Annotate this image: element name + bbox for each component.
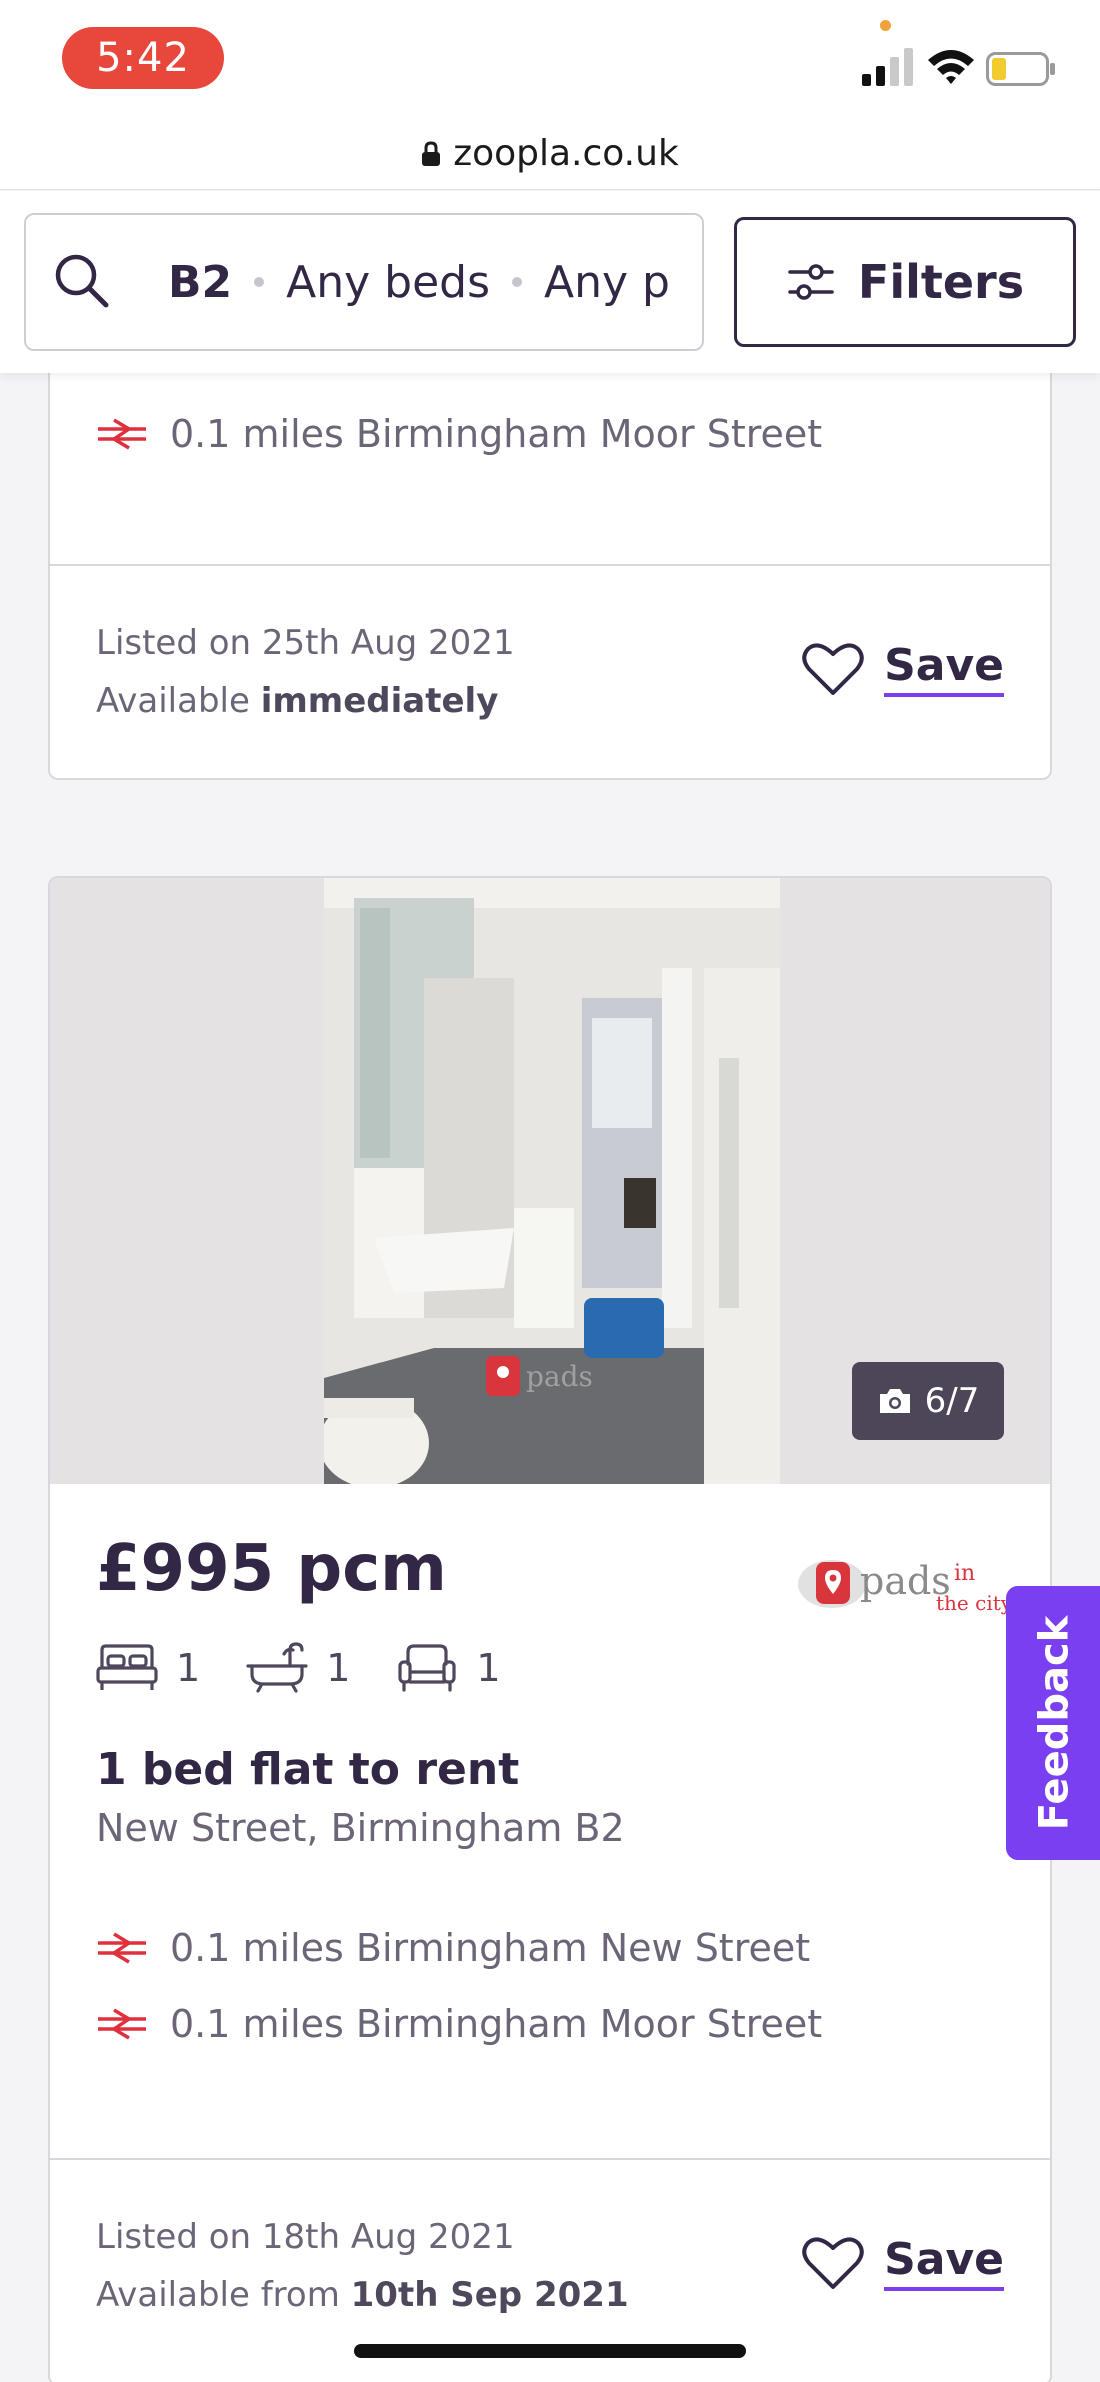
station-row: 0.1 miles Birmingham Moor Street [96,412,822,456]
cellular-signal-icon [862,48,913,86]
availability-prefix: Available [96,681,250,721]
save-button[interactable]: Save [802,640,1004,697]
heart-icon [802,2236,864,2289]
status-bar: 5:42 [0,0,1100,118]
station-row: 0.1 miles Birmingham Moor Street [96,2002,822,2046]
sofa-icon [398,1644,456,1692]
svg-text:in: in [954,1561,975,1586]
bedrooms-feature: 1 [96,1642,200,1694]
search-beds: Any beds [286,256,491,308]
url-text: zoopla.co.uk [453,133,679,174]
listing-title[interactable]: 1 bed flat to rent [96,1744,519,1795]
rail-icon [98,418,146,450]
address-bar[interactable]: zoopla.co.uk [0,118,1100,190]
listed-on-text: Listed on 25th Aug 2021 [96,623,515,663]
search-summary-box[interactable]: B2 Any beds Any p [24,213,704,351]
battery-icon [986,52,1055,86]
station-distance: 0.1 miles Birmingham Moor Street [170,412,823,456]
search-price: Any p [544,256,670,308]
bedrooms-count: 1 [176,1646,201,1690]
receptions-count: 1 [476,1646,501,1690]
lock-icon [422,140,441,166]
feedback-tab[interactable]: Feedback [1006,1586,1100,1860]
availability-text: Available immediately [96,672,515,730]
photo-count-badge: 6/7 [852,1362,1004,1440]
station-distance: 0.1 miles Birmingham New Street [170,1926,811,1970]
rail-icon [98,2008,146,2040]
wifi-icon [928,50,974,84]
search-icon [55,254,109,308]
listing-price: £995 pcm [96,1532,447,1606]
divider [50,2158,1050,2160]
separator-dot [254,277,265,287]
bathrooms-count: 1 [326,1646,351,1690]
bed-icon [96,1644,158,1690]
availability-value: 10th Sep 2021 [350,2275,629,2315]
availability-value: immediately [260,681,499,721]
search-location: B2 [168,256,233,308]
save-label: Save [884,640,1004,697]
availability-prefix: Available from [96,2275,340,2315]
filters-button[interactable]: Filters [734,217,1076,347]
listing-photo: pads [324,878,780,1484]
heart-icon [802,642,864,695]
photo-count-text: 6/7 [924,1381,980,1421]
status-time: 5:42 [62,27,224,89]
listing-dates: Listed on 25th Aug 2021 Available immedi… [96,614,515,730]
filters-icon [788,264,834,300]
listing-features: 1 1 1 [96,1642,547,1694]
agent-logo[interactable]: pads in the city [796,1540,1006,1620]
listing-address: New Street, Birmingham B2 [96,1806,625,1850]
separator-dot [512,277,523,287]
rail-icon [98,1932,146,1964]
station-row: 0.1 miles Birmingham New Street [96,1926,810,1970]
svg-text:the city: the city [936,1591,1006,1615]
listing-dates: Listed on 18th Aug 2021 Available from 1… [96,2208,629,2324]
svg-text:pads: pads [526,1360,593,1393]
divider [50,564,1050,566]
home-indicator [354,2344,746,2358]
search-toolbar: B2 Any beds Any p Filters [0,191,1100,373]
listing-card[interactable]: pads 6/7 £995 pcm pads in the city 1 1 1… [48,876,1052,2382]
camera-icon [879,1389,910,1413]
filters-label: Filters [857,255,1025,309]
station-distance: 0.1 miles Birmingham Moor Street [170,2002,823,2046]
save-label: Save [884,2234,1004,2291]
receptions-feature: 1 [396,1642,501,1694]
feedback-label: Feedback [1031,1615,1077,1831]
privacy-indicator-dot [880,20,891,31]
bathrooms-feature: 1 [246,1642,350,1694]
listed-on-text: Listed on 18th Aug 2021 [96,2217,515,2257]
bath-icon [246,1642,308,1693]
listing-photo-area[interactable]: pads 6/7 [50,878,1050,1484]
availability-text: Available from 10th Sep 2021 [96,2266,629,2324]
save-button[interactable]: Save [802,2234,1004,2291]
